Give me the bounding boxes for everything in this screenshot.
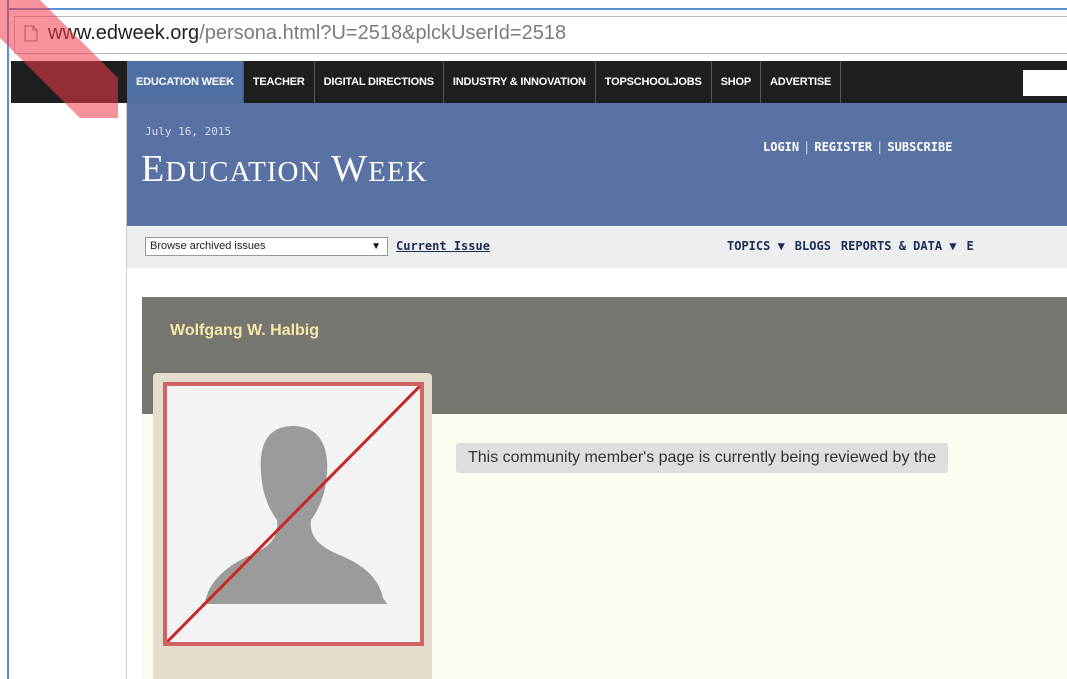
nav-education-week[interactable]: EDUCATION WEEK xyxy=(127,61,244,103)
masthead: July 16, 2015 EDUCATION WEEK LOGIN | REGIS… xyxy=(127,103,1067,226)
left-margin xyxy=(11,103,127,679)
blogs-link[interactable]: BLOGS xyxy=(795,239,831,253)
avatar-card xyxy=(153,373,432,679)
issue-date: July 16, 2015 xyxy=(145,125,232,138)
nav-advertise[interactable]: ADVERTISE xyxy=(761,61,842,103)
browser-frame-top xyxy=(0,0,1067,8)
top-nav-items: EDUCATION WEEK TEACHER DIGITAL DIRECTION… xyxy=(127,61,842,103)
auth-separator: | xyxy=(803,140,811,154)
register-link[interactable]: REGISTER xyxy=(814,140,872,154)
dropdown-arrow-icon: ▼ xyxy=(371,241,381,252)
avatar xyxy=(163,382,424,646)
site-search-input[interactable] xyxy=(1023,70,1067,96)
reports-data-menu[interactable]: REPORTS & DATA ▼ xyxy=(841,239,957,253)
section-links: TOPICS ▼ BLOGS REPORTS & DATA ▼ E xyxy=(727,239,974,253)
subscribe-link[interactable]: SUBSCRIBE xyxy=(887,140,952,154)
archive-issues-select[interactable]: Browse archived issues ▼ xyxy=(145,237,388,256)
nav-topschooljobs[interactable]: TOPSCHOOLJOBS xyxy=(596,61,712,103)
logo-word-1-rest: DUCATION xyxy=(165,156,322,188)
nav-industry-innovation[interactable]: INDUSTRY & INNOVATION xyxy=(444,61,596,103)
nav-teacher[interactable]: TEACHER xyxy=(244,61,315,103)
auth-links: LOGIN | REGISTER | SUBSCRIBE xyxy=(763,140,952,154)
sub-nav-bar: Browse archived issues ▼ Current Issue T… xyxy=(127,226,1067,268)
top-nav-bar: EDUCATION WEEK TEACHER DIGITAL DIRECTION… xyxy=(11,61,1067,103)
auth-separator: | xyxy=(876,140,884,154)
review-notice: This community member's page is currentl… xyxy=(456,443,949,473)
topics-menu[interactable]: TOPICS ▼ xyxy=(727,239,785,253)
profile-section: Wolfgang W. Halbig This community member… xyxy=(142,297,1067,679)
default-avatar-icon xyxy=(165,384,422,644)
profile-name: Wolfgang W. Halbig xyxy=(170,322,320,339)
watermark-stripe xyxy=(0,0,118,118)
site-logo[interactable]: EDUCATION WEEK xyxy=(141,147,428,191)
archive-select-value: Browse archived issues xyxy=(150,240,266,252)
nav-digital-directions[interactable]: DIGITAL DIRECTIONS xyxy=(315,61,444,103)
logo-word-2-rest: EEK xyxy=(368,156,428,188)
nav-shop[interactable]: SHOP xyxy=(712,61,761,103)
logo-initial-e: E xyxy=(141,148,166,190)
truncated-menu[interactable]: E xyxy=(967,239,974,253)
url-path: /persona.html?U=2518&plckUserId=2518 xyxy=(199,22,567,44)
login-link[interactable]: LOGIN xyxy=(763,140,799,154)
logo-initial-w: W xyxy=(331,148,369,190)
current-issue-link[interactable]: Current Issue xyxy=(396,239,490,253)
